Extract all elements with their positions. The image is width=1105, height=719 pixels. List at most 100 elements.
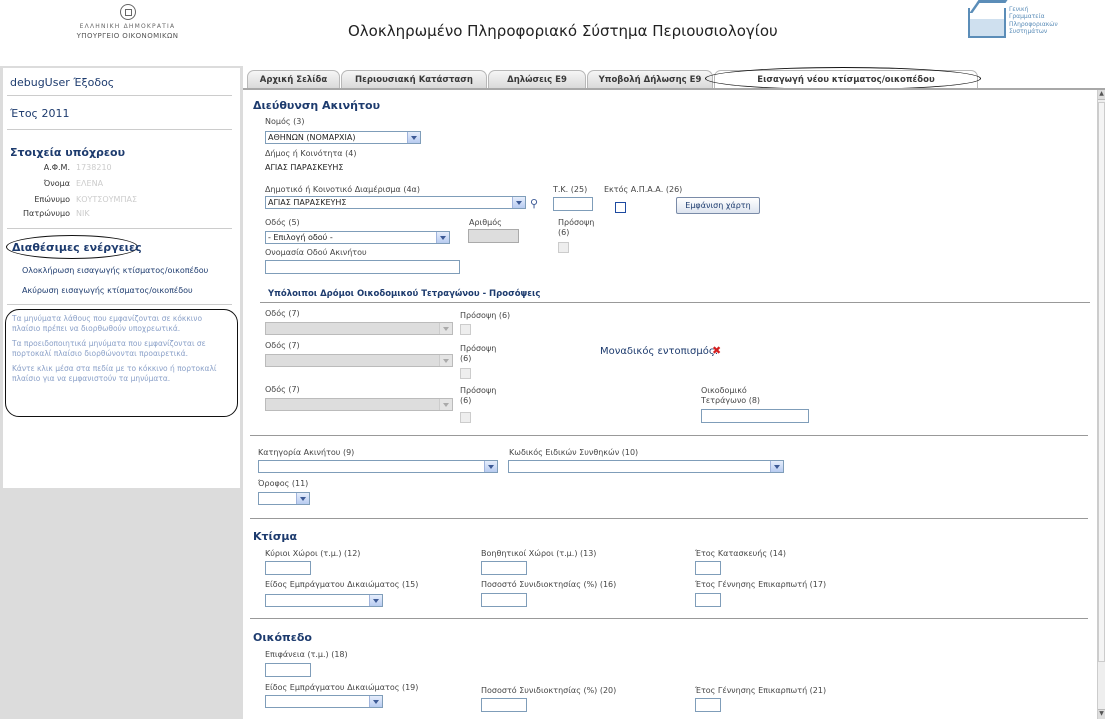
epifaneia-input[interactable] xyxy=(265,663,311,677)
divider xyxy=(260,302,1090,303)
seal-icon xyxy=(119,4,136,20)
tab-e9-declarations[interactable]: Δηλώσεις Ε9 xyxy=(488,70,586,89)
surname-label: Επώνυμο xyxy=(34,195,70,204)
prosopsi-label-1: Πρόσοψη (6) xyxy=(460,311,511,320)
diamerisma-label: Δημοτικό ή Κοινοτικό Διαμέρισμα (4α) xyxy=(265,185,420,194)
divider xyxy=(7,95,232,96)
cancel-action-link[interactable]: Ακύρωση εισαγωγής κτίσματος/οικοπέδου xyxy=(22,286,193,295)
chevron-down-icon xyxy=(407,132,420,143)
epifaneia-label: Επιφάνεια (τ.μ.) (18) xyxy=(265,650,348,659)
divider xyxy=(7,129,232,130)
scroll-thumb[interactable] xyxy=(1098,102,1105,662)
name-value: ΕΛΕΝΑ xyxy=(76,179,104,188)
prosopsi-checkbox-3[interactable] xyxy=(460,412,471,423)
prosopsi-checkbox[interactable] xyxy=(558,242,569,253)
orofos-select[interactable] xyxy=(258,492,310,505)
chevron-down-icon xyxy=(484,461,497,472)
vertical-scrollbar[interactable]: ▲ ▼ xyxy=(1097,90,1105,719)
chevron-down-icon xyxy=(770,461,783,472)
surname-value: ΚΟΥΤΣΟΥΜΠΑΣ xyxy=(76,195,137,204)
chevron-down-icon xyxy=(439,355,452,366)
etos17-input[interactable] xyxy=(695,593,721,607)
etos-kataskevis-input[interactable] xyxy=(695,561,721,575)
prosopsi-label-3: Πρόσοψη (6) xyxy=(460,386,497,405)
complete-action-link[interactable]: Ολοκλήρωση εισαγωγής κτίσματος/οικοπέδου xyxy=(22,266,208,275)
father-label: Πατρώνυμο xyxy=(23,209,70,218)
error-x-icon: ✖ xyxy=(712,344,722,357)
eidos19-select[interactable] xyxy=(265,695,383,708)
kodikos-select[interactable] xyxy=(508,460,784,473)
eidos15-label: Είδος Εμπράγματου Δικαιώματος (15) xyxy=(265,580,419,589)
show-map-button[interactable]: Εμφάνιση χάρτη xyxy=(676,197,760,214)
odos-value: - Επιλογή οδού - xyxy=(268,233,333,242)
tk-input[interactable] xyxy=(553,197,593,211)
voithitikoi-input[interactable] xyxy=(481,561,527,575)
kodikos-label: Κωδικός Ειδικών Συνθηκών (10) xyxy=(509,448,639,457)
diamerisma-select[interactable]: ΑΓΙΑΣ ΠΑΡΑΣΚΕΥΗΣ xyxy=(265,196,526,209)
name-label: Όνομα xyxy=(43,179,70,188)
tab-bar: Αρχική Σελίδα Περιουσιακή Κατάσταση Δηλώ… xyxy=(243,66,1105,90)
prosopsi-checkbox-2[interactable] xyxy=(460,368,471,379)
divider xyxy=(250,435,1088,436)
eidos19-label: Είδος Εμπράγματου Δικαιώματος (19) xyxy=(265,683,419,692)
pososto20-input[interactable] xyxy=(481,698,527,712)
search-icon[interactable]: ⚲ xyxy=(530,197,538,210)
tab-assets[interactable]: Περιουσιακή Κατάσταση xyxy=(341,70,487,89)
oikodomiko-label: Οικοδομικό Τετράγωνο (8) xyxy=(701,386,761,405)
prosopsi-checkbox-1[interactable] xyxy=(460,324,471,335)
etos-kataskevis-label: Έτος Κατασκευής (14) xyxy=(695,549,786,558)
eidos15-select[interactable] xyxy=(265,594,383,607)
pososto16-input[interactable] xyxy=(481,593,527,607)
onomasia-label: Ονομασία Οδού Ακινήτου xyxy=(265,248,367,257)
odos-select[interactable]: - Επιλογή οδού - xyxy=(265,231,450,244)
etos17-label: Έτος Γέννησης Επικαρπωτή (17) xyxy=(695,580,827,589)
logout-link[interactable]: Έξοδος xyxy=(73,76,114,89)
page-header: ΕΛΛΗΝΙΚΗ ΔΗΜΟΚΡΑΤΙΑ ΥΠΟΥΡΓΕΙΟ ΟΙΚΟΝΟΜΙΚΩ… xyxy=(0,0,1105,60)
section-ktisma: Κτίσμα xyxy=(253,530,298,543)
taxpayer-title: Στοιχεία υπόχρεου xyxy=(10,146,126,159)
nomos-label: Νομός (3) xyxy=(265,117,305,126)
etos21-input[interactable] xyxy=(695,698,721,712)
tab-submit-e9[interactable]: Υποβολή Δήλωσης Ε9 xyxy=(587,70,713,89)
ektos-checkbox[interactable] xyxy=(615,202,626,213)
nomos-select[interactable]: ΑΘΗΝΩΝ (ΝΟΜΑΡΧΙΑ) xyxy=(265,131,421,144)
divider xyxy=(250,618,1088,619)
form-area: Διεύθυνση Ακινήτου Νομός (3) ΑΘΗΝΩΝ (ΝΟΜ… xyxy=(244,90,1097,719)
odos7-select-2[interactable] xyxy=(265,354,453,367)
odos7-label-1: Οδός (7) xyxy=(265,309,300,318)
diamerisma-value: ΑΓΙΑΣ ΠΑΡΑΣΚΕΥΗΣ xyxy=(268,198,347,207)
dimos-label: Δήμος ή Κοινότητα (4) xyxy=(265,149,357,158)
ministry-logo: ΕΛΛΗΝΙΚΗ ΔΗΜΟΚΡΑΤΙΑ ΥΠΟΥΡΓΕΙΟ ΟΙΚΟΝΟΜΙΚΩ… xyxy=(55,4,200,40)
odos7-select-3[interactable] xyxy=(265,398,453,411)
afm-value: 1738210 xyxy=(76,163,112,172)
divider xyxy=(250,518,1088,519)
odos7-select-1[interactable] xyxy=(265,322,453,335)
actions-title: Διαθέσιμες ενέργειες xyxy=(12,241,142,254)
katigoria-select[interactable] xyxy=(258,460,498,473)
dimos-value: ΑΓΙΑΣ ΠΑΡΑΣΚΕΥΗΣ xyxy=(265,163,344,172)
pososto20-label: Ποσοστό Συνιδιοκτησίας (%) (20) xyxy=(481,686,617,695)
arithmos-input[interactable] xyxy=(468,229,519,243)
kyrioi-input[interactable] xyxy=(265,561,311,575)
tk-label: Τ.Κ. (25) xyxy=(553,185,588,194)
chevron-down-icon xyxy=(439,323,452,334)
chevron-down-icon xyxy=(439,399,452,410)
help-3: Κάντε κλικ μέσα στα πεδία με το κόκκινο … xyxy=(12,364,217,383)
subsection-other-roads: Υπόλοιποι Δρόμοι Οικοδομικού Τετραγώνου … xyxy=(268,289,541,299)
scroll-up-icon[interactable]: ▲ xyxy=(1098,90,1105,100)
prosopsi-label: Πρόσοψη (6) xyxy=(558,218,595,237)
scroll-down-icon[interactable]: ▼ xyxy=(1098,709,1105,719)
help-text: Τα μηνύματα λάθους που εμφανίζονται σε κ… xyxy=(12,314,232,384)
orofos-label: Όροφος (11) xyxy=(258,479,309,488)
prosopsi-label-2: Πρόσοψη (6) xyxy=(460,344,497,363)
nomos-value: ΑΘΗΝΩΝ (ΝΟΜΑΡΧΙΑ) xyxy=(268,133,356,142)
odos7-label-2: Οδός (7) xyxy=(265,341,300,350)
section-address: Διεύθυνση Ακινήτου xyxy=(253,99,380,112)
ministry-line2: ΥΠΟΥΡΓΕΙΟ ΟΙΚΟΝΟΜΙΚΩΝ xyxy=(76,32,179,40)
tab-home[interactable]: Αρχική Σελίδα xyxy=(247,70,340,89)
onomasia-input[interactable] xyxy=(265,260,460,274)
oikodomiko-input[interactable] xyxy=(701,409,809,423)
help-2: Τα προειδοποιητικά μηνύματα που εμφανίζο… xyxy=(12,339,206,358)
ministry-line1: ΕΛΛΗΝΙΚΗ ΔΗΜΟΚΡΑΤΙΑ xyxy=(79,23,176,30)
voithitikoi-label: Βοηθητικοί Χώροι (τ.μ.) (13) xyxy=(481,549,597,558)
